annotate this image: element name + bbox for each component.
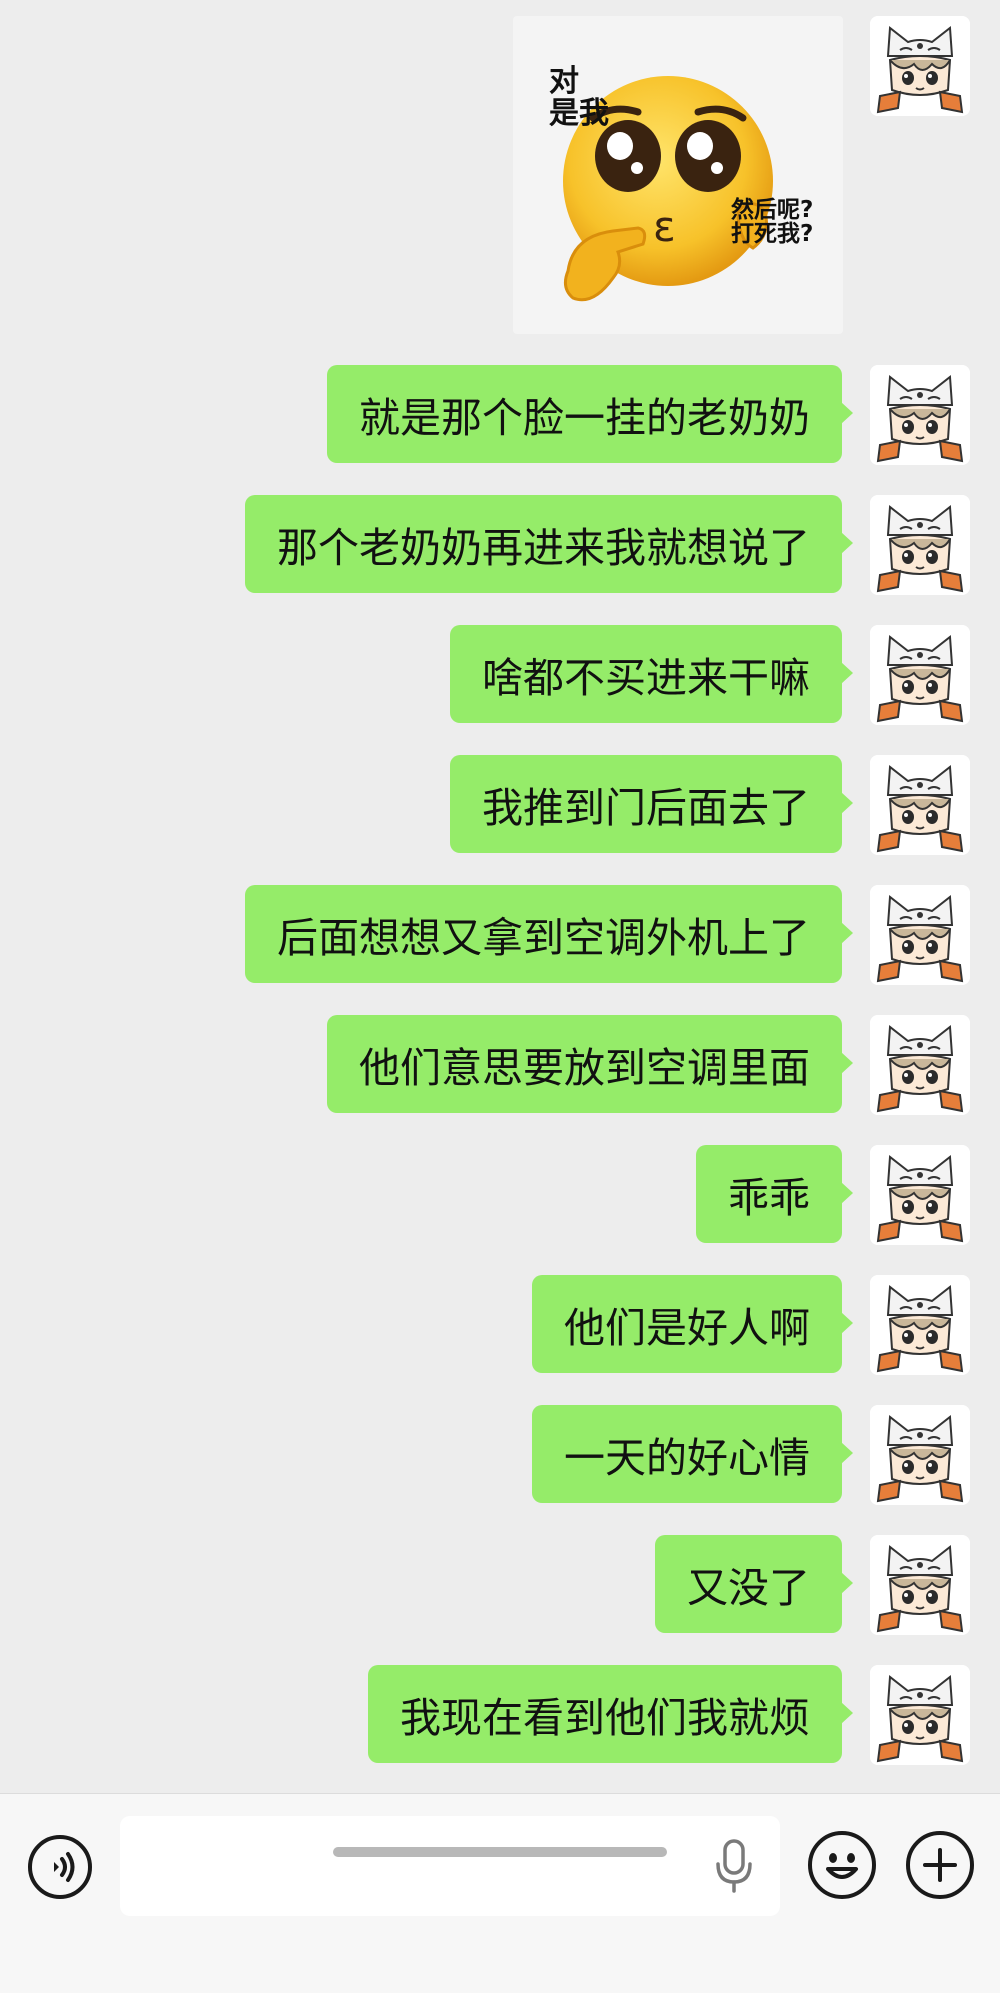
voice-toggle-icon [54,1852,75,1882]
message-bubble[interactable]: 那个老奶奶再进来我就想说了 [245,495,853,593]
avatar[interactable] [870,1275,970,1375]
avatar[interactable] [870,495,970,595]
avatar[interactable] [870,16,970,116]
message-bubble[interactable]: 我现在看到他们我就烦 [368,1665,853,1763]
svg-text:ε: ε [653,202,676,251]
avatar-image [870,1535,970,1635]
emoji-button[interactable] [808,1831,876,1899]
avatar[interactable] [870,1665,970,1765]
avatar[interactable] [870,1405,970,1505]
avatar[interactable] [870,1535,970,1635]
home-indicator [333,1847,667,1857]
emoji-icon [826,1853,858,1879]
message-bubble[interactable]: 一天的好心情 [532,1405,853,1503]
voice-toggle-button[interactable] [28,1835,92,1899]
avatar-image [870,885,970,985]
avatar[interactable] [870,1015,970,1115]
avatar[interactable] [870,1145,970,1245]
more-options-button[interactable] [906,1831,974,1899]
avatar-image [870,1275,970,1375]
message-text: 我现在看到他们我就烦 [400,1694,810,1742]
message-text: 后面想想又拿到空调外机上了 [277,914,810,962]
chat-input-bar [0,1793,1000,1993]
microphone-icon[interactable] [712,1838,756,1894]
avatar-image [870,495,970,595]
avatar-image [870,16,970,116]
message-bubble[interactable]: 又没了 [655,1535,853,1633]
avatar[interactable] [870,625,970,725]
avatar[interactable] [870,365,970,465]
message-bubble[interactable]: 他们意思要放到空调里面 [327,1015,853,1113]
avatar-image [870,1015,970,1115]
message-text: 啥都不买进来干嘛 [482,654,810,702]
avatar-image [870,1405,970,1505]
message-text: 他们意思要放到空调里面 [359,1044,810,1092]
avatar-image [870,365,970,465]
sticker-text-right: 然后呢? 打死我? [731,197,814,248]
message-text: 一天的好心情 [564,1434,810,1482]
message-text: 我推到门后面去了 [482,784,810,832]
avatar[interactable] [870,885,970,985]
message-input[interactable] [120,1816,780,1916]
sticker-text-top: 对 是我 [549,64,609,131]
message-bubble[interactable]: 他们是好人啊 [532,1275,853,1373]
message-bubble[interactable]: 就是那个脸一挂的老奶奶 [327,365,853,463]
message-text: 乖乖 [728,1174,810,1222]
avatar-image [870,1665,970,1765]
plus-icon [923,1848,957,1882]
avatar-image [870,755,970,855]
message-bubble[interactable]: 后面想想又拿到空调外机上了 [245,885,853,983]
message-bubble[interactable]: 我推到门后面去了 [450,755,853,853]
message-bubble[interactable]: 乖乖 [696,1145,853,1243]
chat-message-list[interactable]: ε 对 是我 然后呢? 打死我? 就是那个脸一挂的老奶奶 那个老奶奶再进来我就想… [0,0,1000,1793]
message-text: 又没了 [687,1564,810,1612]
avatar-image [870,625,970,725]
message-text: 就是那个脸一挂的老奶奶 [359,394,810,442]
avatar-image [870,1145,970,1245]
avatar[interactable] [870,755,970,855]
message-text: 他们是好人啊 [564,1304,810,1352]
message-bubble[interactable]: 啥都不买进来干嘛 [450,625,853,723]
message-text: 那个老奶奶再进来我就想说了 [277,524,810,572]
sticker-message[interactable]: ε 对 是我 然后呢? 打死我? [513,16,843,334]
